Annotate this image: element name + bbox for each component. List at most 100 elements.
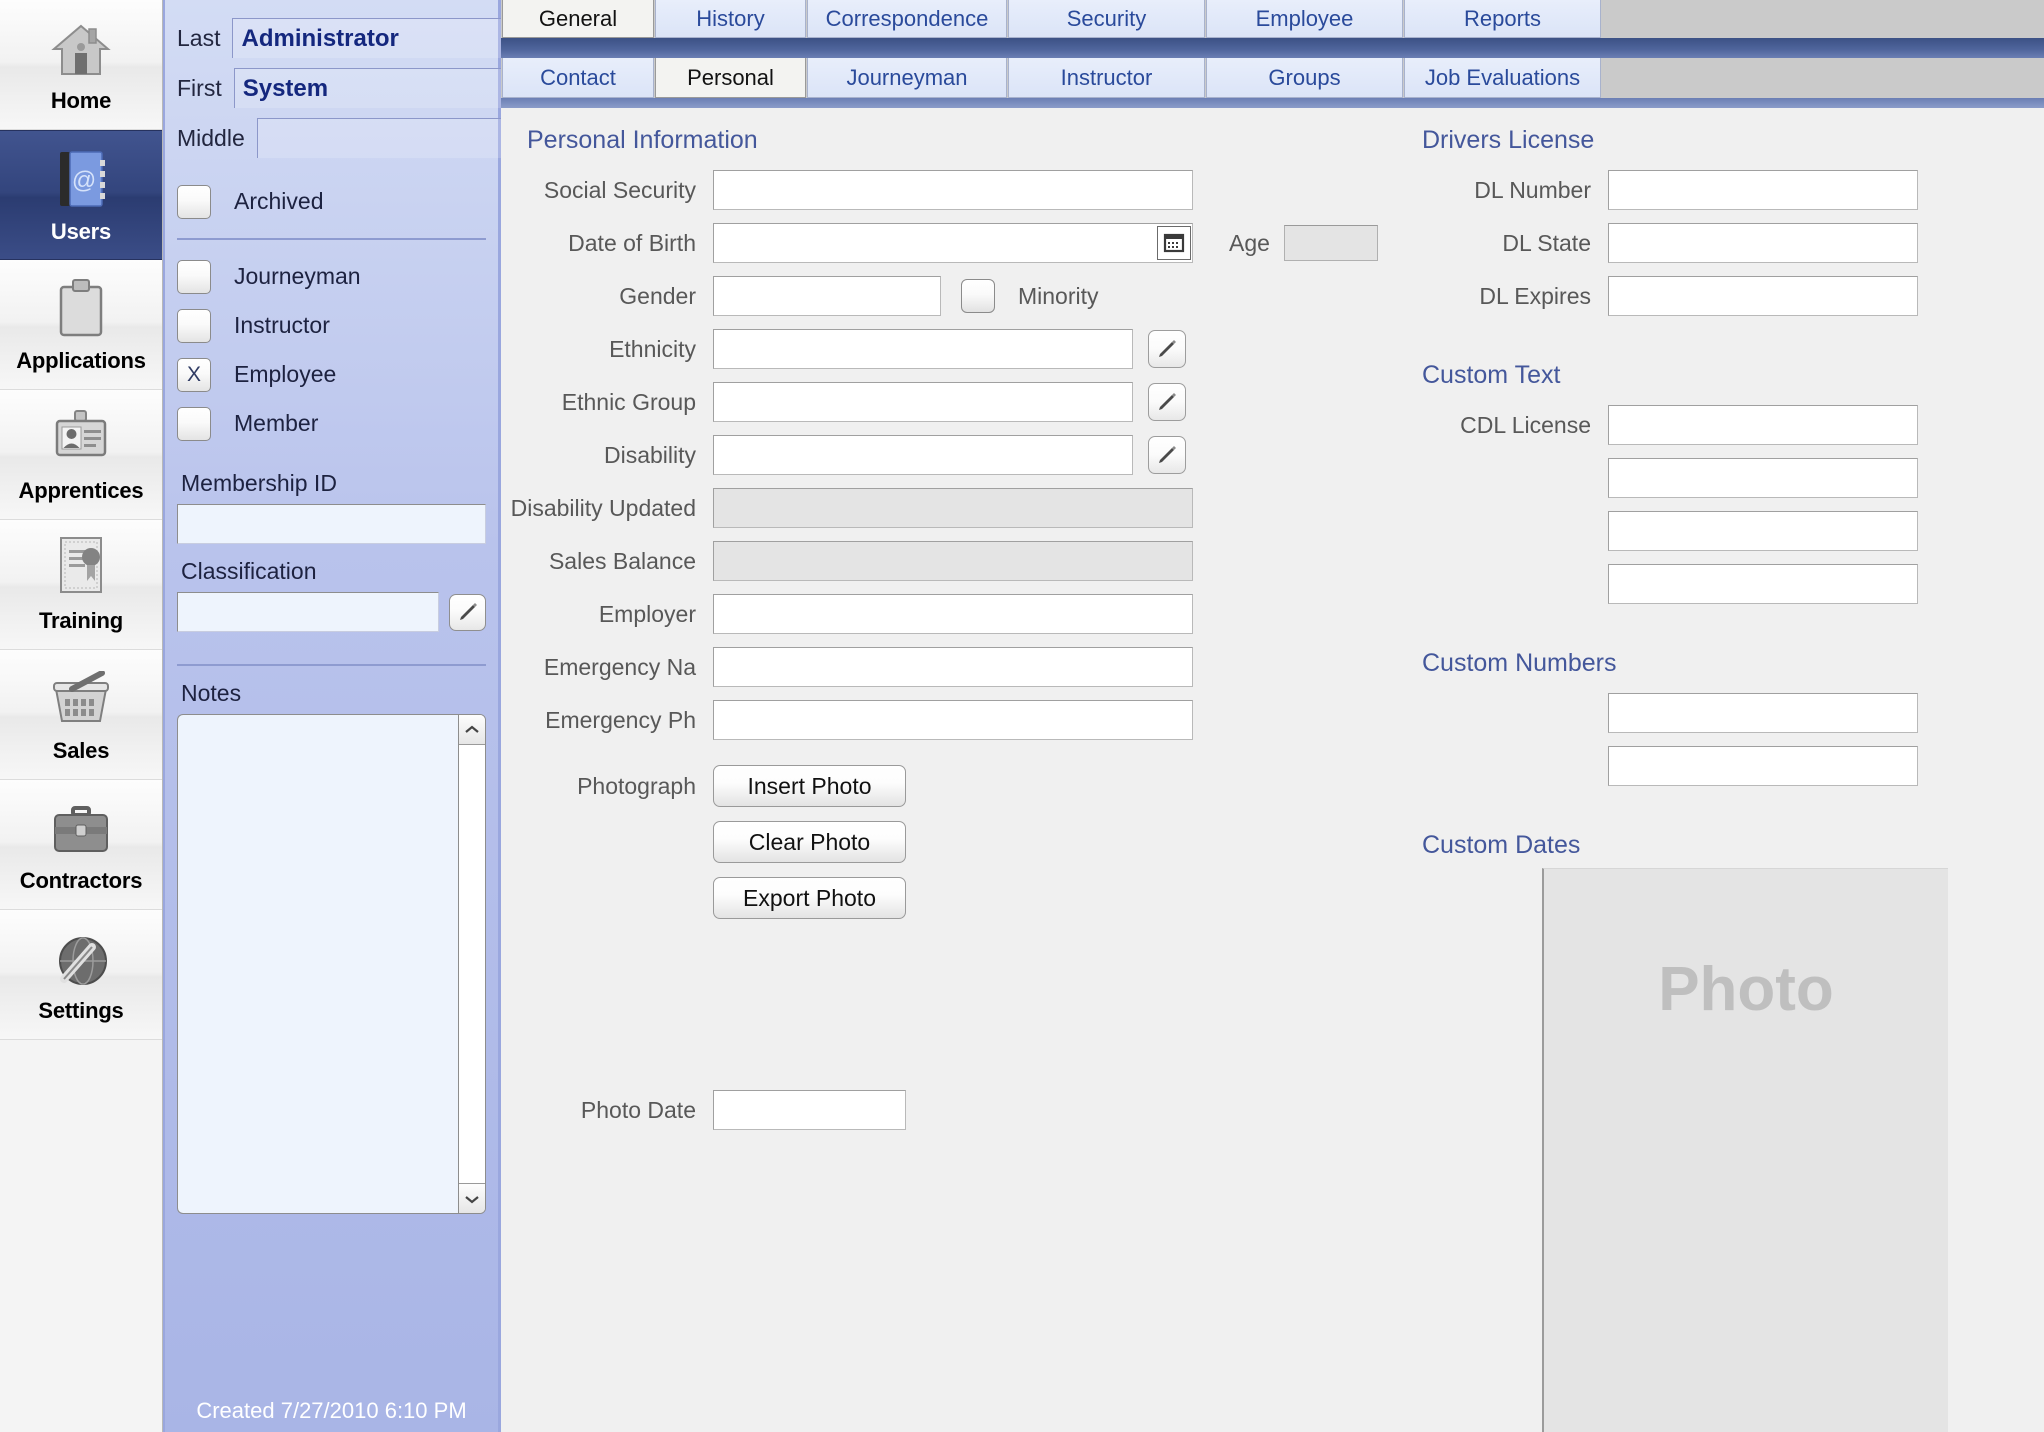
cdl-license-row: CDL License <box>1396 404 2044 446</box>
sidebar-item-users[interactable]: @ Users <box>0 130 162 260</box>
tab-groups[interactable]: Groups <box>1206 58 1403 98</box>
classification-row <box>177 592 486 632</box>
ethnic-group-input[interactable] <box>713 382 1133 422</box>
membership-id-input[interactable] <box>177 504 486 544</box>
first-name-label: First <box>177 74 222 101</box>
tab-history[interactable]: History <box>655 0 806 38</box>
custom-text-input-2[interactable] <box>1608 458 1918 498</box>
tab-employee[interactable]: Employee <box>1206 0 1403 38</box>
employer-input[interactable] <box>713 594 1193 634</box>
journeyman-checkbox[interactable] <box>177 259 211 294</box>
tab-contact[interactable]: Contact <box>502 58 654 98</box>
custom-number-input-2[interactable] <box>1608 746 1918 786</box>
instructor-checkbox[interactable] <box>177 308 211 343</box>
tab-journeyman[interactable]: Journeyman <box>807 58 1007 98</box>
sidebar-item-home[interactable]: Home <box>0 0 162 130</box>
custom-text-input-4[interactable] <box>1608 564 1918 604</box>
middle-name-row: Middle <box>177 113 602 163</box>
pencil-icon[interactable] <box>1148 330 1186 368</box>
disability-input[interactable] <box>713 435 1133 475</box>
archived-checkbox[interactable] <box>177 184 211 219</box>
sidebar-item-sales[interactable]: Sales <box>0 650 162 780</box>
instructor-label: Instructor <box>234 312 330 338</box>
panel-divider-1 <box>177 238 486 240</box>
disability-row: Disability <box>501 434 1396 476</box>
age-value <box>1283 225 1378 261</box>
emergency-phone-input[interactable] <box>713 700 1193 740</box>
sidebar-item-contractors[interactable]: Contractors <box>0 780 162 910</box>
classification-input[interactable] <box>177 592 439 632</box>
tab-job-evaluations[interactable]: Job Evaluations <box>1404 58 1601 98</box>
tab-reports[interactable]: Reports <box>1404 0 1601 38</box>
chevron-down-icon[interactable] <box>459 1183 485 1213</box>
export-photo-button[interactable]: Export Photo <box>713 877 906 919</box>
personal-information-title: Personal Information <box>527 126 758 154</box>
custom-text-input-3[interactable] <box>1608 511 1918 551</box>
ethnicity-label: Ethnicity <box>609 335 696 362</box>
custom-number-row-2 <box>1396 745 2044 787</box>
social-security-label: Social Security <box>543 176 696 203</box>
classification-label: Classification <box>181 558 317 584</box>
employer-label: Employer <box>598 600 696 627</box>
first-name-row: First <box>177 63 579 113</box>
sales-balance-value <box>713 541 1193 581</box>
tab-personal[interactable]: Personal <box>655 58 806 98</box>
cdl-license-input[interactable] <box>1608 405 1918 445</box>
main-content-area: General History Correspondence Security … <box>501 0 2044 1432</box>
ethnicity-row: Ethnicity <box>501 328 1396 370</box>
gender-row: Gender Minority <box>501 275 1396 317</box>
svg-text:@: @ <box>72 167 96 194</box>
social-security-input[interactable] <box>713 170 1193 210</box>
briefcase-icon <box>50 795 112 859</box>
globe-wrench-icon <box>50 925 112 989</box>
tab-correspondence[interactable]: Correspondence <box>807 0 1007 38</box>
disability-updated-value <box>713 488 1193 528</box>
custom-number-input-1[interactable] <box>1608 693 1918 733</box>
employee-checkbox[interactable]: X <box>177 357 211 392</box>
calendar-icon[interactable] <box>1157 226 1191 260</box>
custom-numbers-title: Custom Numbers <box>1422 649 1617 677</box>
age-label: Age <box>1229 229 1270 256</box>
pencil-icon[interactable] <box>449 593 486 631</box>
clear-photo-button[interactable]: Clear Photo <box>713 821 906 863</box>
tab-instructor[interactable]: Instructor <box>1008 58 1205 98</box>
chevron-up-icon[interactable] <box>459 715 485 745</box>
custom-text-row-2 <box>1396 457 2044 499</box>
tab-separator-bar <box>501 38 2044 58</box>
personal-information-group: Personal Information Social Security Dat… <box>501 108 1396 1432</box>
photograph-buttons: Insert Photo Clear Photo Export Photo <box>713 765 906 919</box>
gender-input[interactable] <box>713 276 941 316</box>
shopping-basket-icon <box>50 665 112 729</box>
sidebar-item-apprentices[interactable]: Apprentices <box>0 390 162 520</box>
pencil-icon[interactable] <box>1148 436 1186 474</box>
ethnicity-input[interactable] <box>713 329 1133 369</box>
tab-security[interactable]: Security <box>1008 0 1205 38</box>
photo-date-input[interactable] <box>713 1090 906 1130</box>
date-of-birth-input[interactable] <box>713 223 1193 263</box>
journeyman-label: Journeyman <box>234 263 361 289</box>
dl-number-row: DL Number <box>1396 169 2044 211</box>
sales-balance-row: Sales Balance <box>501 540 1396 582</box>
emergency-name-label: Emergency Na <box>543 653 696 680</box>
tab-bar-filler-2 <box>1602 58 2044 98</box>
dl-expires-input[interactable] <box>1608 276 1918 316</box>
notes-textarea[interactable] <box>177 714 458 1214</box>
sidebar-item-label: Home <box>50 88 112 113</box>
sidebar-item-training[interactable]: Training <box>0 520 162 650</box>
notes-scrollbar[interactable] <box>458 714 486 1214</box>
minority-checkbox[interactable] <box>961 279 995 313</box>
dl-state-input[interactable] <box>1608 223 1918 263</box>
social-security-row: Social Security <box>501 169 1396 211</box>
dl-number-input[interactable] <box>1608 170 1918 210</box>
record-summary-panel: Last First Middle Archived Journeyman In… <box>163 0 602 1432</box>
pencil-icon[interactable] <box>1148 383 1186 421</box>
certificate-icon <box>54 535 108 599</box>
sidebar-item-applications[interactable]: Applications <box>0 260 162 390</box>
disability-updated-row: Disability Updated <box>501 487 1396 529</box>
insert-photo-button[interactable]: Insert Photo <box>713 765 906 807</box>
disability-updated-label: Disability Updated <box>510 494 696 521</box>
tab-general[interactable]: General <box>502 0 654 38</box>
sidebar-item-settings[interactable]: Settings <box>0 910 162 1040</box>
emergency-name-input[interactable] <box>713 647 1193 687</box>
member-checkbox[interactable] <box>177 406 211 441</box>
